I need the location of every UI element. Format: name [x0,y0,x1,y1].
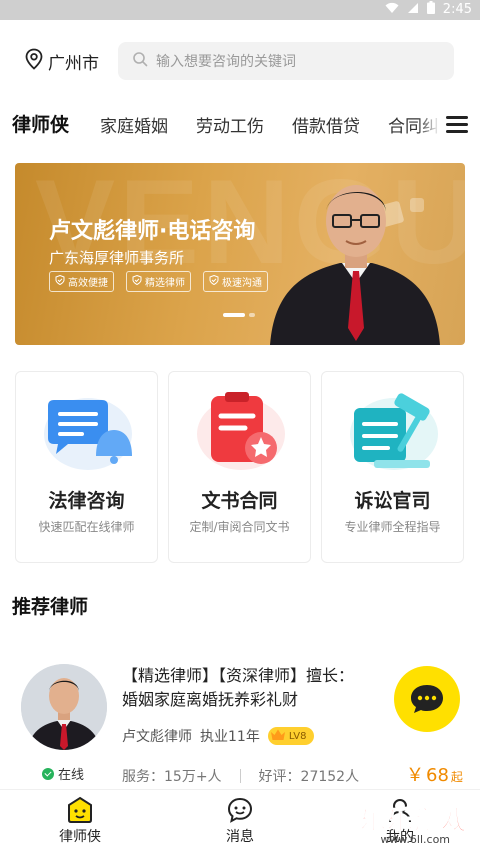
status-time: 2:45 [442,2,472,17]
wifi-icon [385,2,399,18]
section-title-recommended: 推荐律师 [10,592,91,619]
banner-title: 卢文彪律师·电话咨询 [49,219,256,244]
tab-label: 家庭婚姻 [100,117,168,137]
tab-labor-injury[interactable]: 劳动工伤 [196,112,264,137]
lawyer-card[interactable]: 在线 【精选律师】【资深律师】擅长：婚姻家庭离婚抚养彩礼财 卢文彪律师 执业11… [0,660,480,790]
online-status: 在线 [42,764,84,783]
section-title-label: 推荐律师 [12,596,89,618]
nav-home[interactable]: 律师侠 [35,796,125,846]
banner-tag-label: 高效便捷 [68,278,108,289]
banner-subtitle: 广东海厚律师事务所 [49,249,185,267]
search-row: 广州市 输入想要咨询的关键词 [0,40,480,82]
banner-tag-label: 极速沟通 [222,278,262,289]
search-icon [132,51,148,71]
banner-tag: 极速沟通 [203,271,268,292]
service-count: 15万+人 [164,769,222,785]
price-symbol: ￥ [406,765,424,786]
chat-bubble-bell-icon [44,398,132,470]
stats-divider [239,769,241,783]
nav-messages[interactable]: 消息 [195,796,285,846]
service-cards: 法律咨询 快速匹配在线律师 文书合同 定制/审阅合同文书 诉讼官司 专业律师全程… [15,371,465,563]
service-desc: 快速匹配在线律师 [38,520,135,534]
service-title: 文书合同 [201,490,278,512]
city-label: 广州市 [48,54,99,74]
tab-loans[interactable]: 借款借贷 [292,112,360,137]
location-pin-icon [24,48,44,75]
crown-icon [270,728,286,745]
chat-button[interactable] [394,666,460,732]
service-count-label: 服务： [122,769,164,785]
shield-check-icon [132,274,142,288]
service-card-litigation[interactable]: 诉讼官司 专业律师全程指导 [321,371,464,563]
price: ￥ 68 起 [406,761,463,787]
service-desc: 专业律师全程指导 [344,520,441,534]
message-smile-icon [226,796,254,824]
tab-label: 借款借贷 [292,117,360,137]
pagination-dot-active[interactable] [223,313,245,317]
price-unit: 起 [450,770,463,784]
service-card-documents[interactable]: 文书合同 定制/审阅合同文书 [168,371,311,563]
service-title: 法律咨询 [48,490,125,512]
gavel-book-icon [350,393,438,470]
lawyer-stats: 服务： 15万+人 好评： 27152人 [122,766,359,786]
document-star-icon [197,392,285,470]
lawyer-portrait [270,185,440,345]
promo-banner[interactable]: VENGU 卢文彪律师·电话咨询 广东海厚律师事务所 高效便捷 精选律师 极速沟… [15,163,465,345]
banner-tag: 精选律师 [126,271,191,292]
search-input[interactable]: 输入想要咨询的关键词 [118,42,454,80]
battery-icon [426,1,435,18]
category-tabs: 律师侠 家庭婚姻 劳动工伤 借款借贷 合同纠 [0,108,480,144]
nav-label: 律师侠 [59,829,101,845]
rating-label: 好评： [258,769,301,785]
banner-pagination [223,313,255,317]
rating-count: 27152人 [300,769,360,785]
check-circle-icon [42,767,54,780]
lawyer-experience: 执业11年 [200,729,260,745]
tab-label: 律师侠 [12,114,70,136]
price-value: 68 [426,765,449,786]
online-status-label: 在线 [58,768,85,783]
pagination-dot[interactable] [249,313,255,317]
lawyer-meta: 卢文彪律师 执业11年 LV8 [122,726,314,746]
shield-check-icon [55,274,65,288]
banner-tag-label: 精选律师 [145,278,185,289]
avatar[interactable] [21,664,107,750]
signal-icon [407,2,419,18]
tab-lawyer-xia[interactable]: 律师侠 [8,110,74,137]
shield-check-icon [209,274,219,288]
banner-tags: 高效便捷 精选律师 极速沟通 [49,271,268,292]
level-badge: LV8 [267,727,314,745]
nav-label: 消息 [226,829,254,845]
tabs-fade [418,108,440,144]
hamburger-menu-icon[interactable] [446,116,468,134]
lawyer-headline: 【精选律师】【资深律师】擅长：婚姻家庭离婚抚养彩礼财 [122,666,355,709]
service-title: 诉讼官司 [354,490,431,512]
chat-bubble-icon [411,685,443,713]
watermark-text: 乐乐游戏 [359,806,469,837]
service-desc: 定制/审阅合同文书 [189,520,290,534]
tab-family-marriage[interactable]: 家庭婚姻 [100,112,168,137]
status-bar: 2:45 [0,0,480,20]
search-placeholder: 输入想要咨询的关键词 [156,54,296,70]
lawyer-name: 卢文彪律师 [122,729,192,745]
home-lawyer-icon [66,796,94,824]
service-card-legal-consult[interactable]: 法律咨询 快速匹配在线律师 [15,371,158,563]
level-label: LV8 [288,730,307,742]
banner-tag: 高效便捷 [49,271,114,292]
watermark-logo: 乐乐游戏 www.6ll.com [359,800,469,847]
city-selector[interactable]: 广州市 [24,48,99,75]
tab-label: 劳动工伤 [196,117,264,137]
